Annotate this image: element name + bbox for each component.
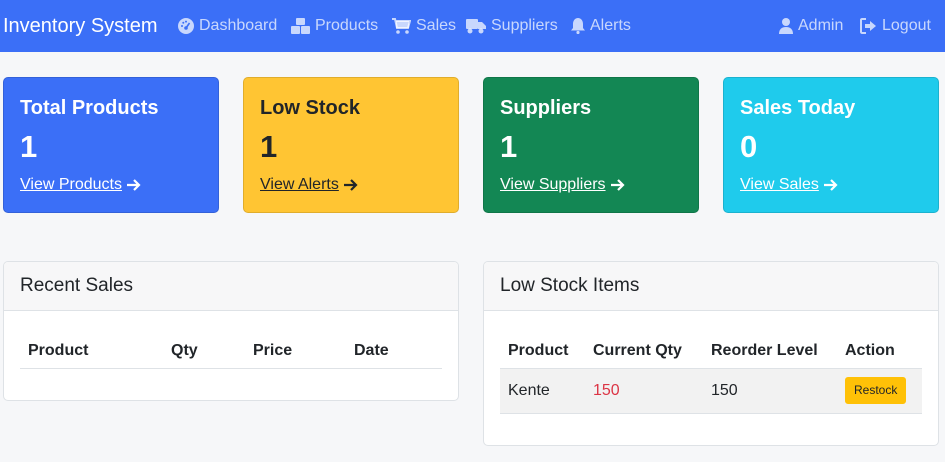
nav-admin[interactable]: Admin (779, 15, 843, 37)
low-stock-table: Product Current Qty Reorder Level Action… (500, 334, 922, 414)
nav-admin-label: Admin (798, 17, 844, 34)
card-value: 0 (740, 129, 758, 164)
link-label: View Products (20, 176, 122, 193)
column-header: Action (837, 334, 922, 369)
cart-icon (392, 18, 411, 34)
recent-sales-title: Recent Sales (4, 262, 458, 311)
product-cell: Kente (500, 368, 585, 414)
column-header: Product (500, 334, 585, 369)
view-sales-link[interactable]: View Sales (740, 175, 838, 195)
card-total-products: Total Products 1 View Products (3, 77, 219, 213)
brand-title[interactable]: Inventory System (3, 14, 158, 38)
boxes-icon (291, 18, 310, 34)
top-navbar: Inventory System Dashboard Products Sale… (0, 0, 945, 52)
card-title: Sales Today (740, 97, 856, 119)
link-label: View Sales (740, 176, 819, 193)
nav-sales-label: Sales (416, 17, 457, 34)
link-label: View Alerts (260, 176, 339, 193)
view-alerts-link[interactable]: View Alerts (260, 175, 358, 195)
card-low-stock: Low Stock 1 View Alerts (243, 77, 459, 213)
logout-icon (860, 18, 876, 34)
card-sales-today: Sales Today 0 View Sales (723, 77, 939, 213)
link-label: View Suppliers (500, 176, 606, 193)
action-cell: Restock (837, 368, 922, 414)
nav-suppliers-label: Suppliers (491, 17, 558, 34)
card-value: 1 (500, 129, 518, 164)
arrow-right-icon (823, 179, 838, 191)
truck-icon (466, 19, 486, 34)
recent-sales-panel: Recent Sales Product Qty Price Date (3, 261, 459, 401)
column-header: Current Qty (585, 334, 703, 369)
card-value: 1 (20, 129, 38, 164)
arrow-right-icon (343, 179, 358, 191)
nav-alerts-label: Alerts (590, 17, 631, 34)
view-products-link[interactable]: View Products (20, 175, 141, 195)
user-icon (779, 18, 793, 34)
column-header: Product (20, 334, 163, 369)
column-header: Reorder Level (703, 334, 837, 369)
table-row: Kente 150 150 Restock (500, 368, 922, 414)
nav-logout-label: Logout (882, 17, 931, 34)
nav-dashboard[interactable]: Dashboard (178, 15, 277, 37)
reorder-level-cell: 150 (703, 368, 837, 414)
gauge-icon (178, 18, 194, 34)
card-title: Suppliers (500, 97, 592, 119)
bell-icon (571, 18, 585, 34)
recent-sales-table: Product Qty Price Date (20, 334, 442, 369)
low-stock-panel: Low Stock Items Product Current Qty Reor… (483, 261, 939, 446)
nav-products[interactable]: Products (291, 15, 378, 37)
nav-dashboard-label: Dashboard (199, 17, 278, 34)
nav-products-label: Products (315, 17, 379, 34)
card-title: Low Stock (260, 97, 361, 119)
card-suppliers: Suppliers 1 View Suppliers (483, 77, 699, 213)
card-value: 1 (260, 129, 278, 164)
nav-alerts[interactable]: Alerts (571, 15, 631, 37)
low-stock-title: Low Stock Items (484, 262, 938, 311)
arrow-right-icon (610, 179, 625, 191)
arrow-right-icon (126, 179, 141, 191)
current-qty-cell: 150 (585, 368, 703, 414)
column-header: Date (346, 334, 442, 369)
nav-suppliers[interactable]: Suppliers (466, 15, 558, 37)
restock-button[interactable]: Restock (845, 377, 907, 404)
column-header: Qty (163, 334, 245, 369)
column-header: Price (245, 334, 346, 369)
card-title: Total Products (20, 97, 159, 119)
nav-logout[interactable]: Logout (860, 15, 931, 37)
view-suppliers-link[interactable]: View Suppliers (500, 175, 625, 195)
nav-sales[interactable]: Sales (392, 15, 456, 37)
